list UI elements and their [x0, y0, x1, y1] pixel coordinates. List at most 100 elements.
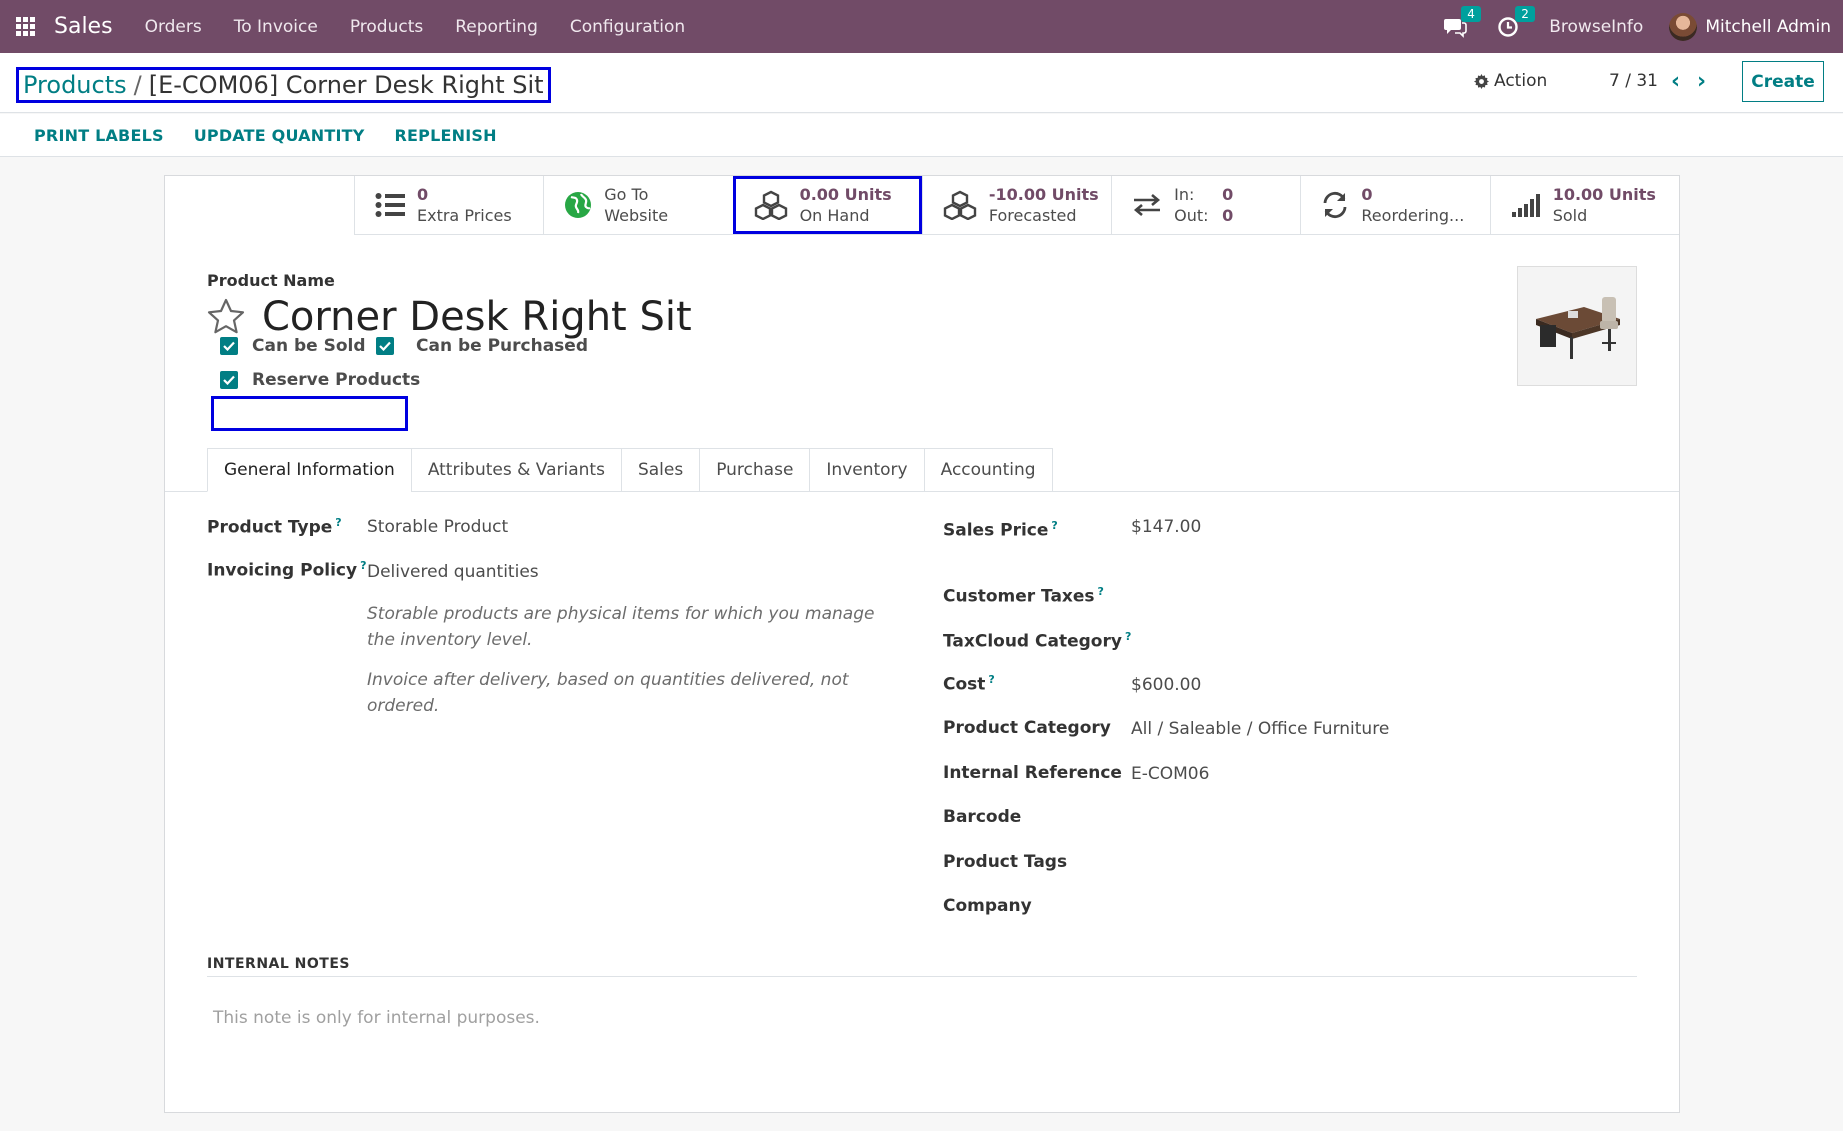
- tab-general-information[interactable]: General Information: [207, 448, 412, 492]
- user-avatar[interactable]: [1669, 12, 1698, 41]
- cost-value[interactable]: $600.00: [1131, 675, 1201, 695]
- go-to-website-button[interactable]: Go To Website: [543, 176, 732, 234]
- forecasted-label: Forecasted: [988, 206, 1077, 225]
- product-name-caption: Product Name: [207, 271, 335, 290]
- apps-grid-icon[interactable]: [16, 16, 36, 37]
- menu-orders[interactable]: Orders: [129, 17, 218, 37]
- breadcrumb-separator: /: [133, 71, 142, 99]
- product-type-value[interactable]: Storable Product: [367, 517, 508, 537]
- check-icon: [223, 375, 235, 385]
- extra-prices-label: Extra Prices: [417, 206, 512, 225]
- top-navbar: Sales Orders To Invoice Products Reporti…: [0, 0, 1843, 53]
- help-icon[interactable]: ?: [360, 559, 366, 572]
- help-icon[interactable]: ?: [1125, 630, 1131, 643]
- notebook-tabs: General Information Attributes & Variant…: [207, 448, 1053, 492]
- reserve-products-checkbox[interactable]: [220, 371, 238, 389]
- forecasted-value: -10.00 Units: [988, 185, 1099, 204]
- help-icon[interactable]: ?: [988, 673, 994, 686]
- tab-purchase[interactable]: Purchase: [699, 448, 811, 492]
- action-label: Action: [1494, 71, 1548, 91]
- invoicing-policy-value[interactable]: Delivered quantities: [367, 562, 539, 582]
- cubes-icon: [754, 190, 787, 220]
- reserve-products-highlight: [211, 396, 408, 431]
- product-image[interactable]: [1517, 266, 1637, 386]
- invoicing-policy-label: Invoicing Policy?: [207, 559, 367, 581]
- sold-value: 10.00 Units: [1552, 185, 1656, 204]
- product-name-field[interactable]: Corner Desk Right Sit: [262, 294, 692, 340]
- extra-prices-button[interactable]: 0 Extra Prices: [354, 176, 543, 234]
- reserve-products-label: Reserve Products: [252, 370, 421, 390]
- on-hand-label: On Hand: [799, 206, 870, 225]
- extra-prices-value: 0: [417, 185, 429, 204]
- out-value: 0: [1222, 206, 1234, 225]
- can-be-purchased-row: Can be Purchased: [376, 336, 588, 356]
- globe-icon: [565, 192, 592, 218]
- refresh-icon: [1324, 191, 1347, 219]
- pager-value[interactable]: 7 / 31: [1609, 71, 1658, 91]
- reordering-label: Reordering...: [1361, 206, 1465, 225]
- update-quantity-button[interactable]: UPDATE QUANTITY: [194, 126, 365, 145]
- form-sheet: 0 Extra Prices Go To Website 0.00 Units …: [164, 175, 1680, 1113]
- action-menu-button[interactable]: Action: [1474, 71, 1547, 91]
- can-be-sold-row: Can be Sold: [220, 336, 366, 356]
- reserve-products-row: Reserve Products: [220, 370, 420, 390]
- internal-notes-title: INTERNAL NOTES: [207, 956, 350, 972]
- help-icon[interactable]: ?: [1051, 519, 1057, 532]
- print-labels-button[interactable]: PRINT LABELS: [34, 126, 164, 145]
- activities-button[interactable]: 2: [1497, 5, 1535, 38]
- help-icon[interactable]: ?: [335, 516, 341, 529]
- in-label: In:: [1174, 185, 1195, 204]
- check-icon: [223, 341, 235, 351]
- on-hand-button[interactable]: 0.00 Units On Hand: [732, 176, 922, 234]
- in-out-button[interactable]: In: 0 Out: 0: [1111, 176, 1300, 234]
- tab-accounting[interactable]: Accounting: [923, 448, 1053, 492]
- cubes-icon: [943, 190, 977, 220]
- product-category-value[interactable]: All / Saleable / Office Furniture: [1131, 719, 1389, 739]
- sales-price-label: Sales Price?: [943, 519, 1058, 541]
- can-be-sold-checkbox[interactable]: [220, 337, 238, 355]
- product-type-label: Product Type?: [207, 516, 342, 538]
- website-line1: Go To: [604, 185, 649, 204]
- internal-reference-label: Internal Reference: [943, 763, 1122, 783]
- tab-inventory[interactable]: Inventory: [809, 448, 925, 492]
- exchange-icon: [1134, 194, 1161, 216]
- tab-sales[interactable]: Sales: [620, 448, 701, 492]
- internal-notes-field[interactable]: This note is only for internal purposes.: [213, 1008, 540, 1028]
- product-tags-label: Product Tags: [943, 852, 1068, 872]
- website-line2: Website: [604, 206, 669, 225]
- desk-image-icon: [1518, 267, 1636, 385]
- customer-taxes-label: Customer Taxes?: [943, 585, 1104, 607]
- on-hand-value: 0.00 Units: [799, 185, 892, 204]
- product-category-label: Product Category: [943, 718, 1111, 738]
- sold-button[interactable]: 10.00 Units Sold: [1489, 176, 1679, 234]
- reordering-button[interactable]: 0 Reordering...: [1300, 176, 1489, 234]
- user-menu[interactable]: Mitchell Admin: [1705, 17, 1831, 37]
- sold-label: Sold: [1552, 206, 1588, 225]
- pager-next-icon[interactable]: ›: [1697, 69, 1706, 94]
- breadcrumb-products-link[interactable]: Products: [23, 71, 127, 99]
- menu-reporting[interactable]: Reporting: [439, 17, 554, 37]
- list-icon: [375, 193, 405, 217]
- breadcrumb-current: [E-COM06] Corner Desk Right Sit: [148, 71, 544, 99]
- messages-button[interactable]: 4: [1443, 5, 1481, 38]
- pager-previous-icon[interactable]: ‹: [1671, 69, 1680, 94]
- reordering-value: 0: [1361, 185, 1373, 204]
- star-icon[interactable]: [207, 298, 245, 334]
- company-switcher[interactable]: BrowseInfo: [1549, 17, 1643, 37]
- messages-badge: 4: [1461, 5, 1481, 22]
- check-icon: [379, 341, 391, 351]
- internal-reference-value[interactable]: E-COM06: [1131, 764, 1209, 784]
- menu-configuration[interactable]: Configuration: [554, 17, 701, 37]
- tab-attributes-variants[interactable]: Attributes & Variants: [410, 448, 622, 492]
- can-be-purchased-checkbox[interactable]: [376, 337, 394, 355]
- app-name[interactable]: Sales: [54, 14, 113, 39]
- smart-button-box: 0 Extra Prices Go To Website 0.00 Units …: [354, 176, 1679, 235]
- internal-notes-divider: [207, 976, 1637, 977]
- create-button[interactable]: Create: [1742, 61, 1824, 102]
- sales-price-value[interactable]: $147.00: [1131, 517, 1201, 537]
- menu-products[interactable]: Products: [334, 17, 439, 37]
- forecasted-button[interactable]: -10.00 Units Forecasted: [921, 176, 1111, 234]
- replenish-button[interactable]: REPLENISH: [395, 126, 497, 145]
- help-icon[interactable]: ?: [1098, 585, 1104, 598]
- menu-to-invoice[interactable]: To Invoice: [218, 17, 334, 37]
